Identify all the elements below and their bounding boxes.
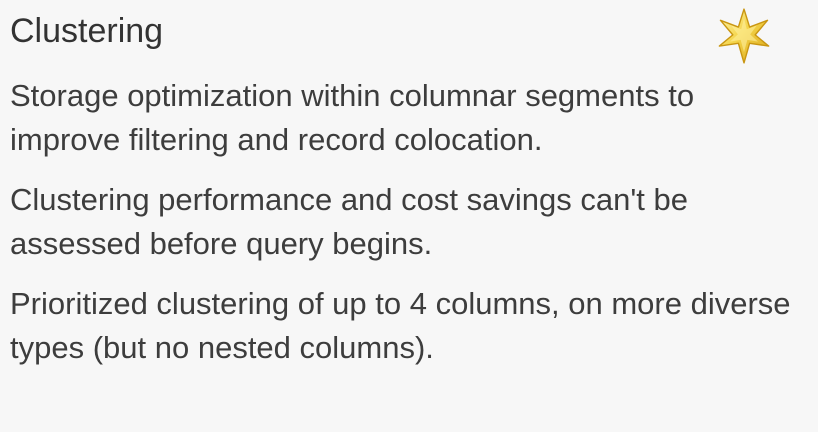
paragraph-3: Prioritized clustering of up to 4 column…: [10, 286, 791, 365]
star-icon: [718, 8, 770, 64]
feature-card: Clustering Storage optimization within c…: [0, 0, 818, 432]
paragraph-1: Storage optimization within columnar seg…: [10, 78, 695, 157]
paragraph-2: Clustering performance and cost savings …: [10, 182, 688, 261]
card-title: Clustering: [10, 12, 164, 50]
